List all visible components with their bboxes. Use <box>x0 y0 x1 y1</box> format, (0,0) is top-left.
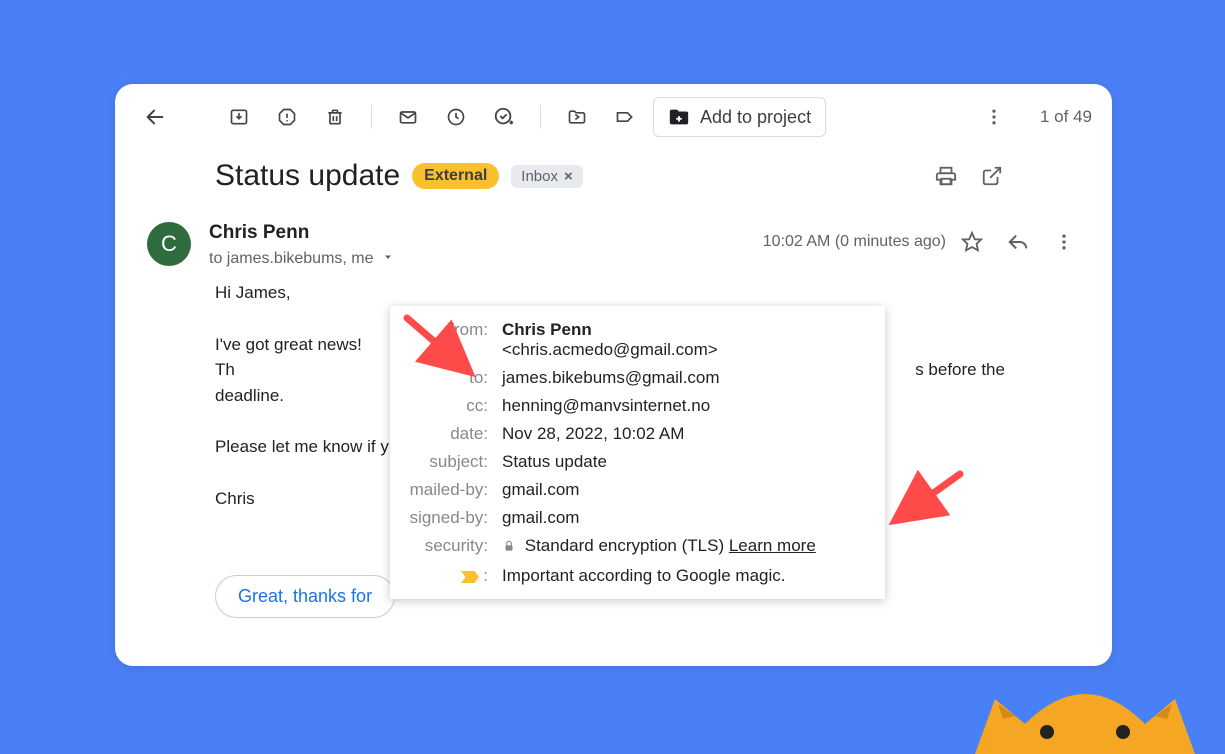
popup-label-subject: subject: <box>404 452 488 472</box>
popup-to: james.bikebums@gmail.com <box>502 368 871 388</box>
avatar[interactable]: C <box>147 222 191 266</box>
inbox-chip-remove[interactable]: × <box>564 168 573 185</box>
add-to-project-button[interactable]: Add to project <box>653 97 826 137</box>
lock-icon <box>502 538 516 558</box>
inbox-chip[interactable]: Inbox × <box>511 165 582 188</box>
email-card: Add to project 1 of 49 Status update Ext… <box>115 84 1112 666</box>
external-chip: External <box>412 163 499 189</box>
inbox-chip-label: Inbox <box>521 168 558 185</box>
message-more-icon[interactable] <box>1044 222 1084 262</box>
recipients-line: to james.bikebums, me <box>209 248 745 270</box>
timestamp: 10:02 AM (0 minutes ago) <box>763 233 946 251</box>
delete-icon[interactable] <box>315 97 355 137</box>
cat-mascot <box>955 644 1215 754</box>
report-spam-icon[interactable] <box>267 97 307 137</box>
popup-label-date: date: <box>404 424 488 444</box>
popup-label-cc: cc: <box>404 396 488 416</box>
back-icon[interactable] <box>135 97 175 137</box>
popup-date: Nov 28, 2022, 10:02 AM <box>502 424 871 444</box>
toolbar: Add to project 1 of 49 <box>115 84 1112 150</box>
reply-icon[interactable] <box>998 222 1038 262</box>
popup-label-security: security: <box>404 536 488 556</box>
important-icon <box>461 569 479 589</box>
smart-reply-chip[interactable]: Great, thanks for <box>215 575 395 618</box>
add-task-icon[interactable] <box>484 97 524 137</box>
snooze-icon[interactable] <box>436 97 476 137</box>
mark-unread-icon[interactable] <box>388 97 428 137</box>
subject-row: Status update External Inbox × <box>115 150 1112 202</box>
divider <box>540 105 541 129</box>
popup-from-name: Chris Penn <box>502 320 592 339</box>
archive-icon[interactable] <box>219 97 259 137</box>
annotation-arrow <box>880 462 980 542</box>
sender-block: C Chris Penn to james.bikebums, me 10:02… <box>115 202 1112 270</box>
popup-subject: Status update <box>502 452 871 472</box>
subject-text: Status update <box>215 159 400 193</box>
open-new-window-icon[interactable] <box>972 156 1012 196</box>
popup-signedby: gmail.com <box>502 508 871 528</box>
annotation-arrow <box>395 306 495 396</box>
recipients-text: to james.bikebums, me <box>209 250 374 268</box>
move-to-icon[interactable] <box>557 97 597 137</box>
popup-cc: henning@manvsinternet.no <box>502 396 871 416</box>
star-icon[interactable] <box>952 222 992 262</box>
body-line: Hi James, <box>215 280 1012 306</box>
print-icon[interactable] <box>926 156 966 196</box>
page-counter: 1 of 49 <box>1040 107 1092 127</box>
popup-important: Important according to Google magic. <box>502 566 871 586</box>
popup-from-email: <chris.acmedo@gmail.com> <box>502 340 718 359</box>
learn-more-link[interactable]: Learn more <box>729 536 816 555</box>
show-details-toggle[interactable] <box>380 248 396 270</box>
popup-security: Standard encryption (TLS) <box>525 536 729 555</box>
popup-label-mailedby: mailed-by: <box>404 480 488 500</box>
more-icon[interactable] <box>974 97 1014 137</box>
labels-icon[interactable] <box>605 97 645 137</box>
sender-name: Chris Penn <box>209 222 745 244</box>
divider <box>371 105 372 129</box>
popup-label-signedby: signed-by: <box>404 508 488 528</box>
popup-mailedby: gmail.com <box>502 480 871 500</box>
add-to-project-label: Add to project <box>700 107 811 128</box>
